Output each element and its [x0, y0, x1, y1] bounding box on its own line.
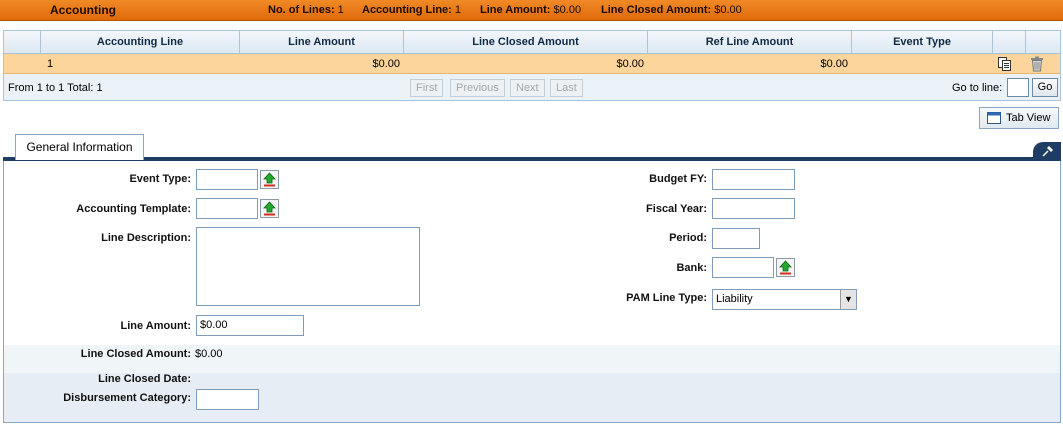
event-type-lookup-icon[interactable]: [260, 170, 279, 189]
line-amount-label: Line Amount:: [120, 320, 191, 332]
accounting-line-value: 1: [454, 4, 462, 16]
disbursement-category-label: Disbursement Category:: [63, 392, 191, 404]
first-page-button[interactable]: First: [410, 79, 444, 97]
budget-fy-input[interactable]: [712, 169, 795, 190]
window-icon: [987, 111, 1001, 131]
next-page-button[interactable]: Next: [510, 79, 545, 97]
line-closed-amount-header-label: Line Closed Amount:: [601, 4, 712, 16]
grid-select-column: [4, 31, 41, 54]
line-closed-amount-value: $0.00: [195, 348, 223, 360]
accounting-line-label: Accounting Line:: [362, 4, 452, 16]
accounting-header-bar: Accounting No. of Lines: 1 Accounting Li…: [0, 0, 1063, 21]
line-amount-header-label: Line Amount:: [480, 4, 551, 16]
bank-input[interactable]: [712, 257, 774, 278]
cell-accounting-line: 1: [47, 58, 54, 70]
budget-fy-label: Budget FY:: [649, 173, 707, 185]
cell-line-closed-amount: $0.00: [616, 58, 644, 70]
bank-lookup-icon[interactable]: [776, 258, 795, 277]
tab-view-label: Tab View: [1006, 112, 1051, 124]
accounting-template-label: Accounting Template:: [76, 203, 191, 215]
line-closed-date-label: Line Closed Date:: [98, 373, 191, 385]
grid-header: Accounting Line Line Amount Line Closed …: [4, 31, 1060, 54]
tab-bar-end: [1033, 142, 1061, 160]
accounting-template-input[interactable]: [196, 198, 258, 219]
cell-ref-line-amount: $0.00: [820, 58, 848, 70]
last-page-button[interactable]: Last: [550, 79, 583, 97]
cell-line-amount: $0.00: [372, 58, 400, 70]
pam-line-type-label: PAM Line Type:: [626, 292, 707, 304]
period-input[interactable]: [712, 228, 760, 249]
pin-icon[interactable]: [1041, 144, 1055, 161]
chevron-down-icon[interactable]: ▼: [840, 290, 856, 309]
column-accounting-line[interactable]: Accounting Line: [41, 31, 240, 54]
tab-general-information[interactable]: General Information: [15, 134, 144, 160]
section-title: Accounting: [50, 3, 116, 17]
grid-footer: From 1 to 1 Total: 1 First Previous Next…: [4, 74, 1060, 100]
fiscal-year-label: Fiscal Year:: [646, 203, 707, 215]
accounting-template-lookup-icon[interactable]: [260, 199, 279, 218]
column-event-type[interactable]: Event Type: [852, 31, 993, 54]
no-of-lines-stat: No. of Lines: 1: [268, 4, 344, 16]
go-button[interactable]: Go: [1032, 78, 1058, 97]
line-description-textarea[interactable]: [196, 227, 420, 306]
pam-line-type-value: Liability: [716, 293, 753, 305]
goto-line-input[interactable]: [1007, 78, 1029, 97]
trash-icon[interactable]: [1030, 56, 1046, 72]
line-closed-amount-stat: Line Closed Amount: $0.00: [601, 4, 742, 16]
event-type-input[interactable]: [196, 169, 258, 190]
no-of-lines-value: 1: [337, 4, 344, 16]
accounting-line-stat: Accounting Line: 1: [362, 4, 461, 16]
line-description-label: Line Description:: [101, 232, 191, 244]
event-type-label: Event Type:: [129, 173, 191, 185]
fiscal-year-input[interactable]: [712, 198, 795, 219]
column-line-closed-amount[interactable]: Line Closed Amount: [404, 31, 648, 54]
bank-label: Bank:: [676, 262, 707, 274]
column-line-amount[interactable]: Line Amount: [240, 31, 404, 54]
line-closed-amount-label: Line Closed Amount:: [80, 348, 191, 360]
accounting-lines-grid: Accounting Line Line Amount Line Closed …: [3, 30, 1061, 101]
previous-page-button[interactable]: Previous: [450, 79, 505, 97]
line-amount-input[interactable]: $0.00: [196, 315, 304, 336]
no-of-lines-label: No. of Lines:: [268, 4, 335, 16]
line-closed-amount-header-value: $0.00: [714, 4, 742, 16]
record-count-text: From 1 to 1 Total: 1: [8, 82, 103, 94]
tab-view-button[interactable]: Tab View: [979, 107, 1059, 129]
pam-line-type-select[interactable]: Liability ▼: [712, 289, 857, 310]
copy-icon[interactable]: [997, 56, 1015, 72]
disbursement-category-input[interactable]: [196, 389, 259, 410]
grid-action-column: [993, 31, 1026, 54]
line-amount-header-value: $0.00: [553, 4, 582, 16]
goto-line-label: Go to line:: [952, 82, 1003, 94]
table-row[interactable]: 1 $0.00 $0.00 $0.00: [4, 54, 1060, 74]
column-ref-line-amount[interactable]: Ref Line Amount: [648, 31, 852, 54]
period-label: Period:: [669, 232, 707, 244]
line-amount-stat: Line Amount: $0.00: [480, 4, 581, 16]
